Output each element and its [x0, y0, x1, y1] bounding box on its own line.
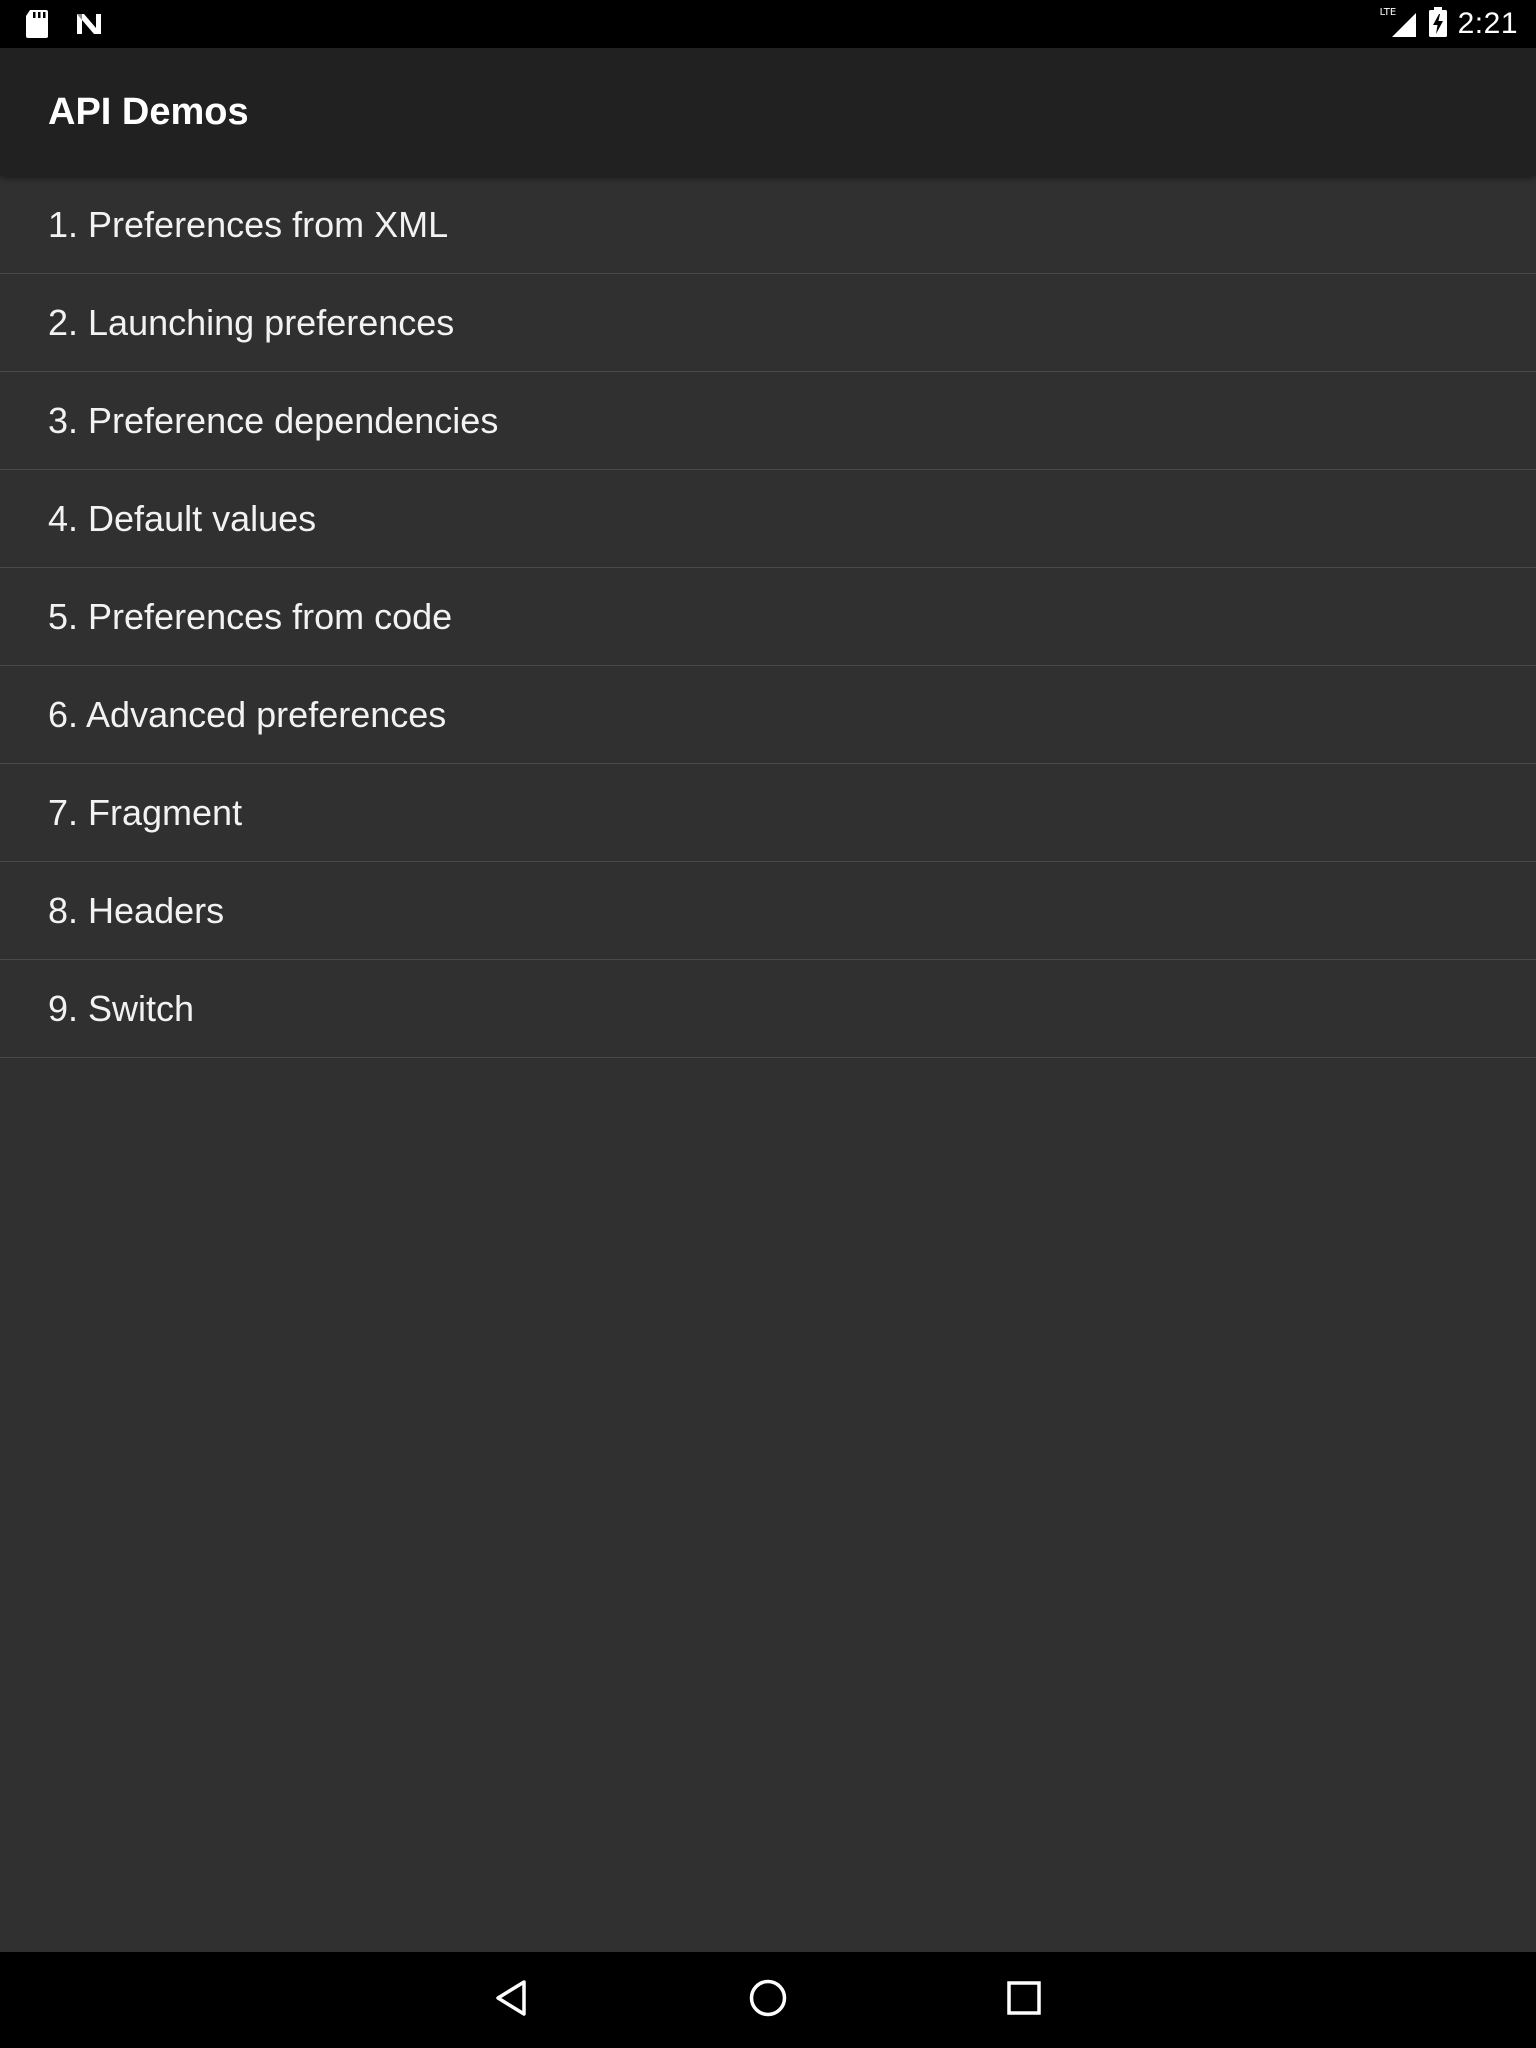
status-right-icons: LTE 2:21 [1380, 0, 1518, 48]
navigation-bar [0, 1952, 1536, 2048]
list-item[interactable]: 8. Headers [0, 862, 1536, 960]
status-left-icons [24, 8, 104, 45]
home-icon [748, 1978, 788, 2023]
app-title: API Demos [48, 91, 249, 133]
list-item-label: 2. Launching preferences [48, 301, 455, 343]
n-logo-icon [74, 10, 104, 43]
list-item[interactable]: 4. Default values [0, 470, 1536, 568]
list-item[interactable]: 3. Preference dependencies [0, 372, 1536, 470]
list-item-label: 8. Headers [48, 889, 225, 931]
back-button[interactable] [482, 1970, 542, 2030]
list-item[interactable]: 5. Preferences from code [0, 568, 1536, 666]
list-item-label: 3. Preference dependencies [48, 399, 499, 441]
list-item-label: 6. Advanced preferences [48, 693, 447, 735]
list-item-label: 5. Preferences from code [48, 595, 453, 637]
list-item-label: 7. Fragment [48, 791, 243, 833]
list-item[interactable]: 2. Launching preferences [0, 274, 1536, 372]
list-item-label: 9. Switch [48, 987, 195, 1029]
sd-card-icon [24, 8, 50, 45]
clock: 2:21 [1457, 7, 1518, 40]
list-item-label: 1. Preferences from XML [48, 203, 449, 245]
home-button[interactable] [738, 1970, 798, 2030]
list-item[interactable]: 9. Switch [0, 960, 1536, 1058]
list-item-label: 4. Default values [48, 497, 317, 539]
status-bar: LTE 2:21 [0, 0, 1536, 48]
list-item[interactable]: 1. Preferences from XML [0, 176, 1536, 274]
back-icon [492, 1978, 532, 2023]
action-bar: API Demos [0, 48, 1536, 176]
recents-button[interactable] [994, 1970, 1054, 2030]
list-item[interactable]: 7. Fragment [0, 764, 1536, 862]
list-item[interactable]: 6. Advanced preferences [0, 666, 1536, 764]
battery-charging-icon [1428, 6, 1448, 43]
signal-icon: LTE [1380, 7, 1418, 39]
preferences-list: 1. Preferences from XML 2. Launching pre… [0, 176, 1536, 1058]
recents-icon [1004, 1978, 1044, 2023]
